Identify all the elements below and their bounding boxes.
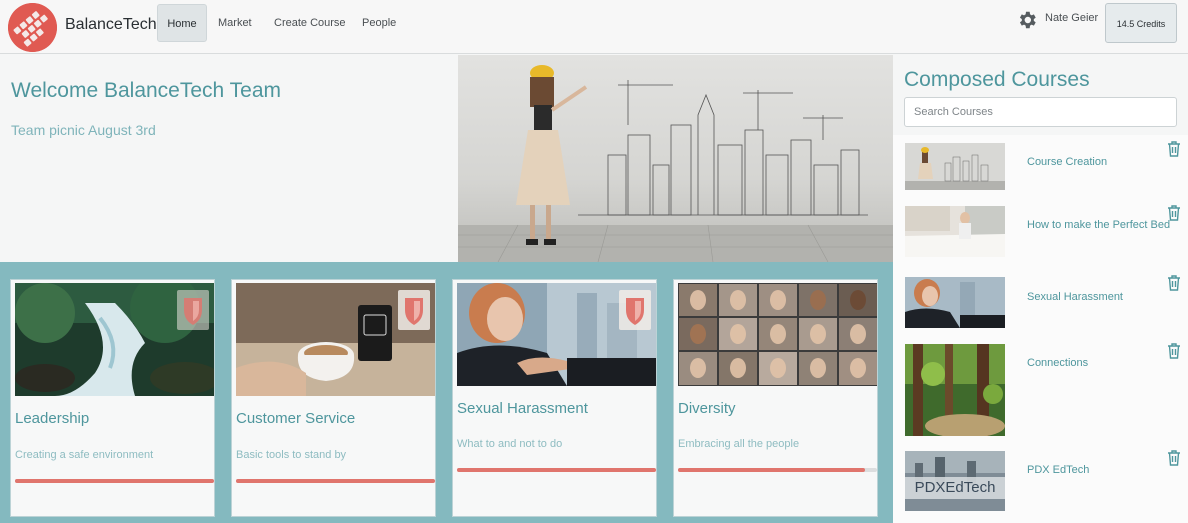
card-progress-bar (457, 468, 656, 472)
course-list-item[interactable]: Sexual Harassment (893, 274, 1188, 329)
card-title: Sexual Harassment (457, 400, 588, 417)
card-description: Embracing all the people (678, 438, 800, 450)
card-title: Customer Service (236, 410, 356, 427)
sidebar-header: Composed Courses (893, 55, 1188, 135)
course-thumbnail: PDXEdTech (905, 451, 1005, 511)
trash-icon[interactable] (1166, 140, 1182, 157)
trash-icon[interactable] (1166, 342, 1182, 359)
user-name[interactable]: Nate Geier (1045, 12, 1098, 24)
course-card-customer-service[interactable]: Customer Service Basic tools to stand by (231, 279, 436, 517)
nav-home[interactable]: Home (157, 4, 207, 42)
trash-icon[interactable] (1166, 274, 1182, 291)
card-title: Leadership (15, 410, 90, 427)
brand-name[interactable]: BalanceTech (65, 16, 157, 34)
course-list-item[interactable]: How to make the Perfect Bed (893, 204, 1188, 258)
course-thumbnail (905, 143, 1005, 190)
welcome-title: Welcome BalanceTech Team (11, 79, 282, 102)
shield-badge-icon (619, 290, 651, 330)
course-name: Connections (1027, 357, 1089, 369)
course-cards-area: Leadership Creating a safe environment C… (0, 262, 893, 523)
course-card-sexual-harassment[interactable]: Sexual Harassment What to and not to do (452, 279, 657, 517)
course-thumbnail (905, 206, 1005, 257)
top-navbar: BalanceTech Home Market Create Course Pe… (0, 0, 1188, 54)
search-courses-input[interactable] (904, 97, 1177, 127)
card-description: What to and not to do (457, 438, 563, 450)
nav-create-course[interactable]: Create Course (263, 4, 357, 42)
card-description: Creating a safe environment (15, 449, 154, 461)
course-name: PDX EdTech (1027, 464, 1090, 476)
card-progress-bar (678, 468, 877, 472)
sidebar-title: Composed Courses (904, 68, 1090, 91)
composed-courses-sidebar: Composed Courses Course Creation How to (893, 55, 1188, 523)
card-progress-bar (15, 479, 214, 483)
course-name: Sexual Harassment (1027, 291, 1123, 303)
card-image-faces-grid (678, 283, 877, 386)
credits-button[interactable]: 14.5 Credits (1105, 3, 1177, 43)
shield-badge-icon (177, 290, 209, 330)
card-progress-fill (678, 468, 866, 472)
course-name: How to make the Perfect Bed (1027, 219, 1171, 231)
card-progress-fill (236, 479, 435, 483)
course-card-diversity[interactable]: Diversity Embracing all the people (673, 279, 878, 517)
brand-logo[interactable] (8, 3, 57, 52)
course-list-item[interactable]: Connections (893, 342, 1188, 436)
gear-icon[interactable] (1016, 9, 1038, 31)
card-description: Basic tools to stand by (236, 449, 347, 461)
course-thumbnail (905, 277, 1005, 328)
course-thumbnail-caption: PDXEdTech (914, 479, 996, 496)
card-progress-bar (236, 479, 435, 483)
card-progress-fill (457, 468, 656, 472)
shield-badge-icon (398, 290, 430, 330)
nav-people[interactable]: People (351, 4, 407, 42)
course-list-item[interactable]: Course Creation (893, 140, 1188, 193)
trash-icon[interactable] (1166, 204, 1182, 221)
welcome-panel: Welcome BalanceTech Team Team picnic Aug… (0, 55, 458, 262)
course-card-leadership[interactable]: Leadership Creating a safe environment (10, 279, 215, 517)
course-list-item[interactable]: PDXEdTech PDX EdTech (893, 449, 1188, 511)
course-thumbnail (905, 344, 1005, 436)
welcome-subtitle: Team picnic August 3rd (11, 122, 156, 138)
card-progress-fill (15, 479, 214, 483)
course-name: Course Creation (1027, 156, 1108, 168)
nav-market[interactable]: Market (207, 4, 263, 42)
card-title: Diversity (678, 400, 736, 417)
trash-icon[interactable] (1166, 449, 1182, 466)
hero-image (458, 55, 893, 262)
